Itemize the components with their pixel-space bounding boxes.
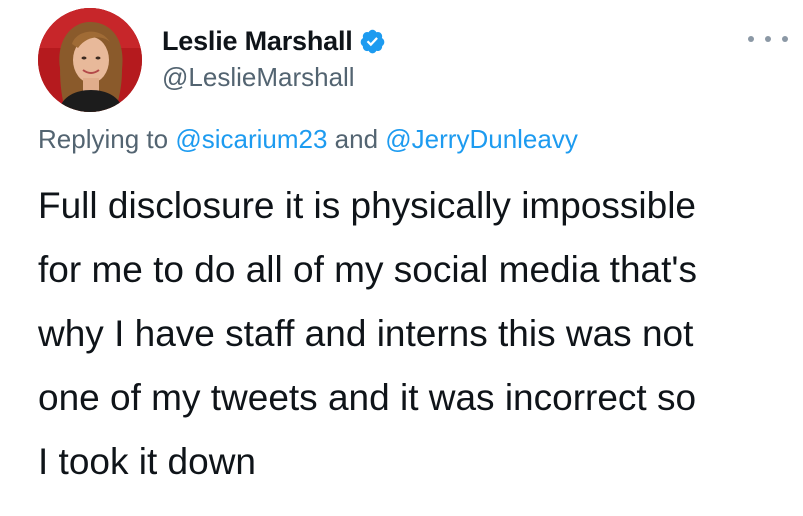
profile-photo-icon [38,8,142,112]
replying-to-joiner: and [334,124,379,154]
tweet-text-line: I took it down [38,441,257,482]
replying-to-label: Replying to [38,124,169,154]
tweet-text-line: for me to do all of my social media that… [38,249,697,290]
mention-link[interactable]: @sicarium23 [175,124,327,154]
verified-badge-icon [359,28,386,55]
mention-link[interactable]: @JerryDunleavy [385,124,578,154]
display-name[interactable]: Leslie Marshall [162,26,353,57]
user-handle[interactable]: @LeslieMarshall [162,62,355,93]
tweet-text-line: one of my tweets and it was incorrect so [38,377,697,418]
tweet-text: Full disclosure it is physically impossi… [38,174,788,494]
more-options-icon[interactable] [748,24,788,54]
user-name-row: Leslie Marshall [162,26,386,57]
replying-to: Replying to @sicarium23 and @JerryDunlea… [38,124,578,155]
tweet-text-line: Full disclosure it is physically impossi… [38,185,696,226]
tweet-text-line: why I have staff and interns this was no… [38,313,694,354]
tweet-card: Leslie Marshall @LeslieMarshall Replying… [0,0,803,516]
avatar[interactable] [38,8,142,112]
